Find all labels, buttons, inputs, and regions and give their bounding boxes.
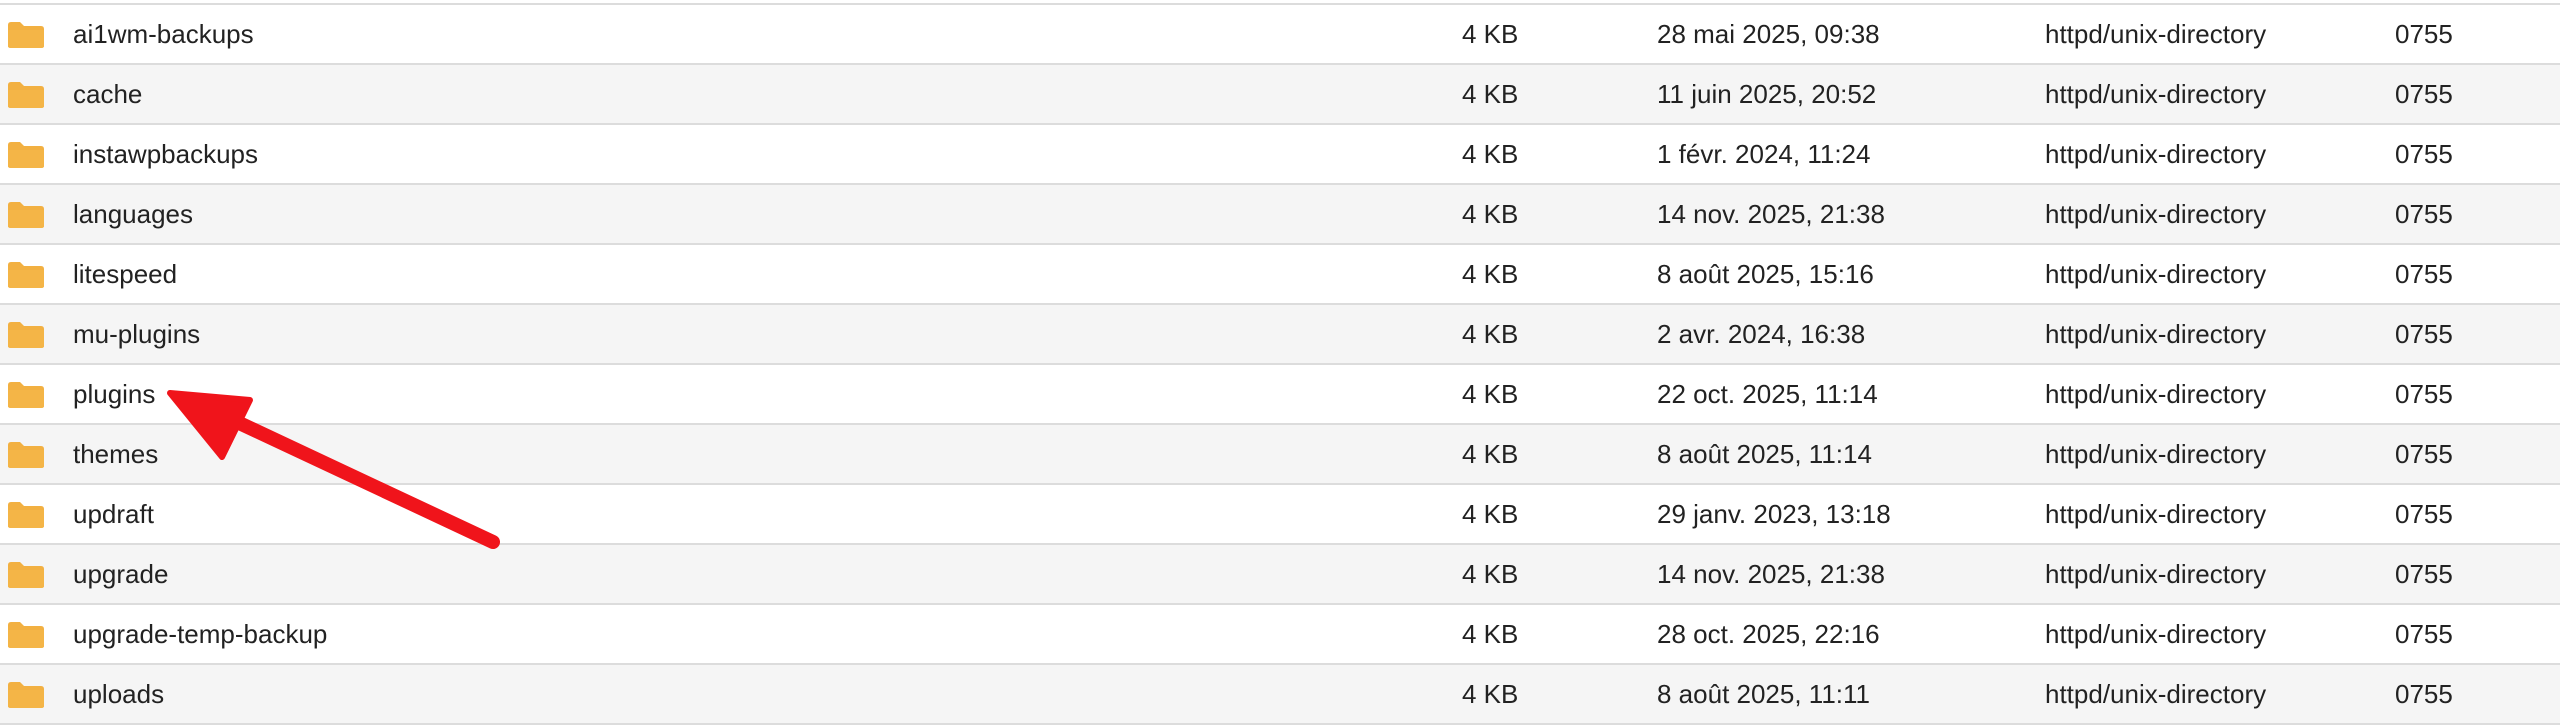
file-size: 4 KB [1462, 679, 1519, 709]
file-row-languages[interactable]: languages 4 KB 14 nov. 2025, 21:38 httpd… [0, 185, 2560, 245]
folder-icon [6, 621, 46, 649]
file-name[interactable]: updraft [73, 485, 154, 543]
file-type: httpd/unix-directory [2045, 199, 2267, 229]
file-row-plugins[interactable]: plugins 4 KB 22 oct. 2025, 11:14 httpd/u… [0, 365, 2560, 425]
file-permissions: 0755 [2395, 379, 2453, 409]
file-name[interactable]: instawpbackups [73, 125, 258, 183]
file-modified-date: 14 nov. 2025, 21:38 [1657, 559, 1885, 589]
file-type: httpd/unix-directory [2045, 319, 2267, 349]
folder-icon [6, 81, 46, 109]
folder-icon [6, 501, 46, 529]
file-permissions: 0755 [2395, 679, 2453, 709]
file-size: 4 KB [1462, 319, 1519, 349]
file-name[interactable]: languages [73, 185, 193, 243]
file-modified-date: 2 avr. 2024, 16:38 [1657, 319, 1866, 349]
file-name[interactable]: ai1wm-backups [73, 5, 254, 63]
file-name[interactable]: upgrade [73, 545, 168, 603]
file-type: httpd/unix-directory [2045, 559, 2267, 589]
folder-icon [6, 321, 46, 349]
file-permissions: 0755 [2395, 259, 2453, 289]
file-permissions: 0755 [2395, 559, 2453, 589]
file-name[interactable]: plugins [73, 365, 155, 423]
folder-icon [6, 21, 46, 49]
file-modified-date: 29 janv. 2023, 13:18 [1657, 499, 1891, 529]
file-modified-date: 28 mai 2025, 09:38 [1657, 19, 1880, 49]
file-name[interactable]: themes [73, 425, 158, 483]
file-modified-date: 8 août 2025, 11:11 [1657, 679, 1871, 709]
file-size: 4 KB [1462, 139, 1519, 169]
file-row-instawpbackups[interactable]: instawpbackups 4 KB 1 févr. 2024, 11:24 … [0, 125, 2560, 185]
file-row-upgrade-temp-backup[interactable]: upgrade-temp-backup 4 KB 28 oct. 2025, 2… [0, 605, 2560, 665]
folder-icon [6, 261, 46, 289]
folder-icon [6, 201, 46, 229]
file-size: 4 KB [1462, 19, 1519, 49]
file-permissions: 0755 [2395, 619, 2453, 649]
file-size: 4 KB [1462, 499, 1519, 529]
file-permissions: 0755 [2395, 319, 2453, 349]
file-modified-date: 11 juin 2025, 20:52 [1657, 79, 1877, 109]
file-size: 4 KB [1462, 79, 1519, 109]
file-modified-date: 8 août 2025, 11:14 [1657, 439, 1872, 469]
file-size: 4 KB [1462, 379, 1519, 409]
file-type: httpd/unix-directory [2045, 499, 2267, 529]
folder-icon [6, 441, 46, 469]
file-modified-date: 22 oct. 2025, 11:14 [1657, 379, 1878, 409]
file-permissions: 0755 [2395, 79, 2453, 109]
folder-icon [6, 141, 46, 169]
file-size: 4 KB [1462, 199, 1519, 229]
file-type: httpd/unix-directory [2045, 679, 2267, 709]
folder-icon [6, 681, 46, 709]
file-row-mu-plugins[interactable]: mu-plugins 4 KB 2 avr. 2024, 16:38 httpd… [0, 305, 2560, 365]
file-row-upgrade[interactable]: upgrade 4 KB 14 nov. 2025, 21:38 httpd/u… [0, 545, 2560, 605]
file-type: httpd/unix-directory [2045, 379, 2267, 409]
file-permissions: 0755 [2395, 139, 2453, 169]
file-list-table: ai1wm-backups 4 KB 28 mai 2025, 09:38 ht… [0, 3, 2560, 725]
file-row-ai1wm-backups[interactable]: ai1wm-backups 4 KB 28 mai 2025, 09:38 ht… [0, 5, 2560, 65]
file-row-cache[interactable]: cache 4 KB 11 juin 2025, 20:52 httpd/uni… [0, 65, 2560, 125]
file-row-updraft[interactable]: updraft 4 KB 29 janv. 2023, 13:18 httpd/… [0, 485, 2560, 545]
file-row-litespeed[interactable]: litespeed 4 KB 8 août 2025, 15:16 httpd/… [0, 245, 2560, 305]
file-size: 4 KB [1462, 259, 1519, 289]
file-type: httpd/unix-directory [2045, 139, 2267, 169]
file-modified-date: 14 nov. 2025, 21:38 [1657, 199, 1885, 229]
file-name[interactable]: upgrade-temp-backup [73, 605, 327, 663]
file-type: httpd/unix-directory [2045, 439, 2267, 469]
file-permissions: 0755 [2395, 439, 2453, 469]
file-name[interactable]: mu-plugins [73, 305, 200, 363]
file-name[interactable]: uploads [73, 665, 164, 723]
file-type: httpd/unix-directory [2045, 19, 2267, 49]
file-permissions: 0755 [2395, 19, 2453, 49]
file-name[interactable]: cache [73, 65, 142, 123]
file-row-uploads[interactable]: uploads 4 KB 8 août 2025, 11:11 httpd/un… [0, 665, 2560, 725]
file-row-themes[interactable]: themes 4 KB 8 août 2025, 11:14 httpd/uni… [0, 425, 2560, 485]
file-type: httpd/unix-directory [2045, 619, 2267, 649]
file-type: httpd/unix-directory [2045, 259, 2267, 289]
folder-icon [6, 561, 46, 589]
file-modified-date: 28 oct. 2025, 22:16 [1657, 619, 1880, 649]
file-size: 4 KB [1462, 619, 1519, 649]
file-size: 4 KB [1462, 439, 1519, 469]
file-modified-date: 1 févr. 2024, 11:24 [1657, 139, 1871, 169]
file-type: httpd/unix-directory [2045, 79, 2267, 109]
file-size: 4 KB [1462, 559, 1519, 589]
file-modified-date: 8 août 2025, 15:16 [1657, 259, 1874, 289]
folder-icon [6, 381, 46, 409]
file-permissions: 0755 [2395, 199, 2453, 229]
file-name[interactable]: litespeed [73, 245, 177, 303]
file-permissions: 0755 [2395, 499, 2453, 529]
